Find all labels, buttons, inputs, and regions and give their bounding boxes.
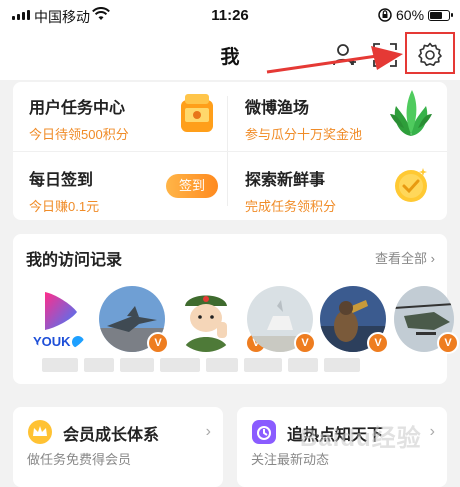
task-subtitle: 参与瓜分十万奖金池 — [245, 127, 363, 142]
watermark: Baidu经验 — [300, 425, 422, 452]
visit-avatar-soldier-cartoon[interactable] — [173, 286, 239, 352]
visit-avatar-youku[interactable]: YOUK — [25, 286, 91, 352]
youku-logo-icon: YOUK — [33, 292, 84, 349]
view-all-label: 查看全部 — [375, 251, 428, 266]
redacted-names — [42, 358, 432, 376]
verified-badge: V — [367, 332, 389, 354]
divider — [13, 151, 447, 152]
battery-percent: 60% — [396, 7, 425, 23]
task-title: 用户任务中心 — [29, 100, 126, 117]
plant-icon — [390, 90, 432, 136]
section-title: 我的访问记录 — [26, 252, 123, 269]
soldier-cartoon-image — [173, 286, 239, 352]
task-title: 探索新鲜事 — [245, 172, 326, 189]
checkin-button[interactable]: 签到 — [166, 174, 218, 198]
chevron-right-icon: › — [430, 251, 435, 266]
status-bar: 中国移动 11:26 60% — [0, 0, 460, 30]
member-growth-card[interactable]: 会员成长体系 做任务免费得会员 › — [13, 407, 223, 487]
task-center-item[interactable]: 用户任务中心 今日待领500积分 — [29, 94, 129, 143]
task-subtitle: 今日待领500积分 — [29, 127, 129, 142]
chevron-right-icon: › — [429, 423, 435, 440]
battery-icon — [428, 10, 453, 21]
member-crown-icon — [28, 420, 52, 444]
fishery-item[interactable]: 微博渔场 参与瓜分十万奖金池 — [245, 94, 362, 143]
view-all-link[interactable]: 查看全部 › — [375, 248, 435, 267]
task-title: 微博渔场 — [245, 100, 310, 117]
verified-badge: V — [437, 332, 459, 354]
orientation-lock-icon — [378, 8, 392, 22]
card-subtitle: 做任务免费得会员 — [27, 452, 132, 467]
youku-logo-text: YOUK — [33, 334, 71, 349]
card-title: 会员成长体系 — [63, 427, 160, 444]
annotation-arrow — [266, 46, 403, 74]
check-coin-icon — [395, 168, 427, 202]
verified-badge: V — [147, 332, 169, 354]
task-subtitle: 完成任务领积分 — [245, 199, 337, 214]
chevron-right-icon: › — [205, 423, 211, 440]
explore-item[interactable]: 探索新鲜事 完成任务领积分 — [245, 166, 336, 215]
verified-badge: V — [294, 332, 316, 354]
task-subtitle: 今日赚0.1元 — [29, 199, 100, 214]
coin-jar-icon — [181, 94, 213, 132]
task-title: 每日签到 — [29, 172, 94, 189]
annotation-highlight-box — [405, 32, 455, 74]
hot-topics-icon — [252, 420, 276, 444]
task-card: 用户任务中心 今日待领500积分 微博渔场 参与瓜分十万奖金池 每日签到 今日赚… — [13, 82, 447, 220]
checkin-item[interactable]: 每日签到 今日赚0.1元 — [29, 166, 99, 215]
